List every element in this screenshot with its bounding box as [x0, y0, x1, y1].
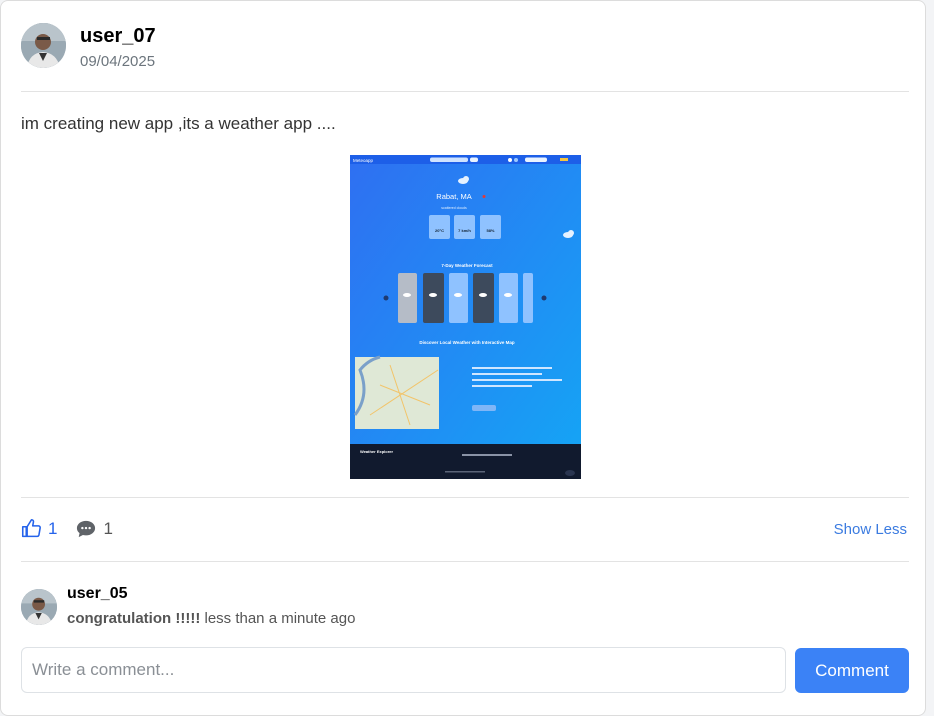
avatar-photo-icon — [21, 23, 66, 68]
divider — [21, 497, 909, 498]
post-card: user_07 09/04/2025 im creating new app ,… — [0, 0, 926, 716]
divider — [21, 91, 909, 92]
post-text: im creating new app ,its a weather app .… — [21, 114, 336, 133]
comment-count: 1 — [103, 518, 113, 538]
post-actions: 1 1 — [21, 518, 113, 539]
comment-input[interactable] — [21, 647, 786, 693]
thumbs-up-icon — [21, 518, 41, 538]
app-description: scattered clouds — [441, 206, 467, 210]
app-stat-temp: 20°C — [435, 228, 444, 233]
app-map-title: Discover Local Weather with Interactive … — [419, 340, 514, 345]
app-footer-brand: Weather Explorer — [360, 449, 393, 454]
comment-text: congratulation !!!!! — [67, 610, 201, 627]
app-forecast-title: 7-Day Weather Forecast — [441, 263, 493, 268]
divider — [21, 561, 909, 562]
app-stat-humidity: 58% — [486, 228, 494, 233]
like-button[interactable]: 1 — [21, 518, 57, 539]
show-less-link[interactable]: Show Less — [834, 521, 907, 538]
post-date: 09/04/2025 — [80, 53, 156, 70]
app-city: Rabat, MA — [436, 192, 471, 201]
comment-bubble-icon — [77, 520, 96, 537]
post-image[interactable]: Meteoapp Rabat, MA scattered clouds 20°C… — [350, 155, 581, 479]
author-avatar[interactable] — [21, 23, 66, 68]
author-name[interactable]: user_07 — [80, 25, 156, 48]
comment-body: congratulation !!!!! less than a minute … — [67, 610, 355, 627]
commenter-name[interactable]: user_05 — [67, 585, 128, 603]
app-stat-wind: 7 km/h — [458, 228, 471, 233]
app-brand: Meteoapp — [353, 158, 374, 163]
comment-time: less than a minute ago — [204, 610, 356, 627]
comment-submit-button[interactable]: Comment — [795, 648, 909, 693]
avatar-photo-icon — [21, 589, 57, 625]
like-count: 1 — [48, 518, 58, 538]
comments-toggle-button[interactable]: 1 — [75, 518, 113, 539]
commenter-avatar[interactable] — [21, 589, 57, 625]
